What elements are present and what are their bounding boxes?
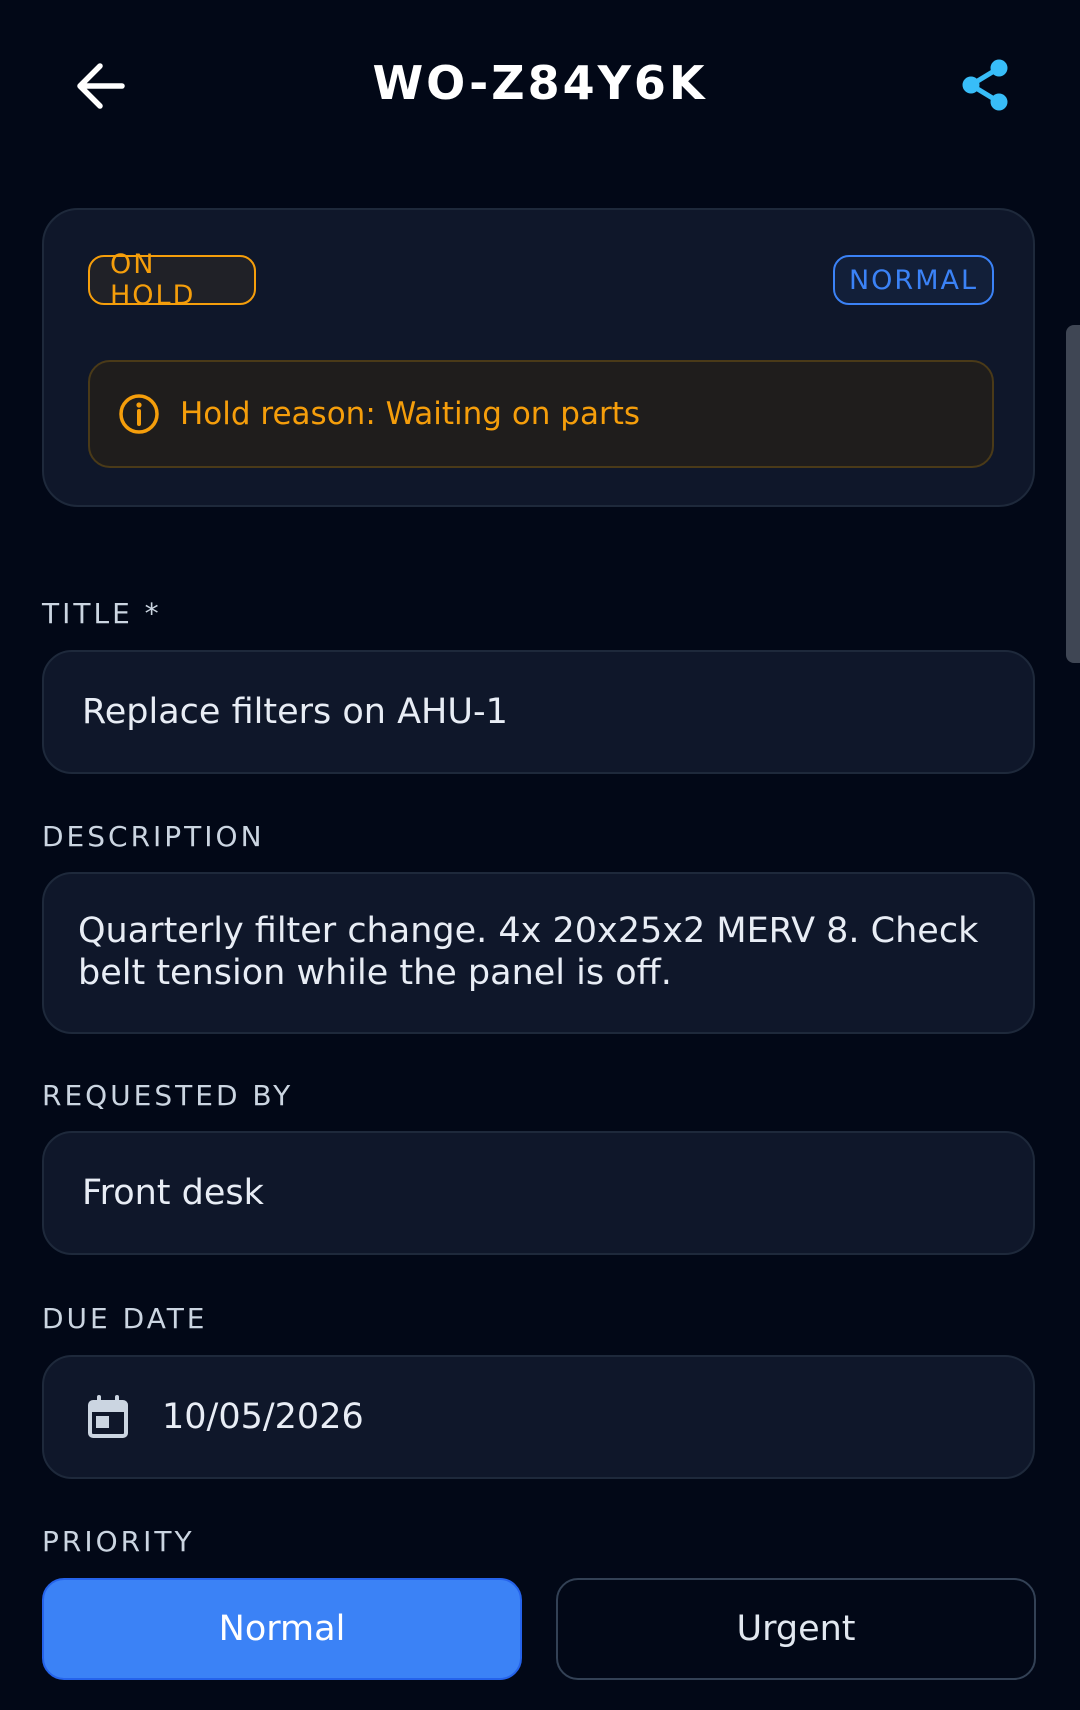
- share-icon: [958, 57, 1012, 117]
- status-card: ON HOLD NORMAL Hold reason: Waiting on p…: [42, 208, 1035, 507]
- requested-by-input-value: Front desk: [82, 1173, 264, 1213]
- requested-by-label: REQUESTED BY: [42, 1079, 294, 1112]
- priority-badge: NORMAL: [833, 255, 994, 305]
- page-title: WO-Z84Y6K: [372, 56, 708, 110]
- top-app-bar: WO-Z84Y6K: [0, 0, 1080, 175]
- description-textarea[interactable]: Quarterly filter change. 4x 20x25x2 MERV…: [42, 872, 1035, 1034]
- priority-label: PRIORITY: [42, 1525, 195, 1558]
- title-input-value: Replace filters on AHU-1: [82, 692, 508, 732]
- due-date-picker[interactable]: 10/05/2026: [42, 1355, 1035, 1479]
- due-date-value: 10/05/2026: [162, 1397, 364, 1437]
- due-date-label: DUE DATE: [42, 1302, 208, 1335]
- title-input[interactable]: Replace filters on AHU-1: [42, 650, 1035, 774]
- title-label: TITLE *: [42, 597, 162, 630]
- scrollbar[interactable]: [1066, 325, 1080, 663]
- hold-reason-text: Hold reason: Waiting on parts: [180, 396, 641, 432]
- status-badge: ON HOLD: [88, 249, 256, 311]
- info-icon: [118, 393, 160, 435]
- description-textarea-value: Quarterly filter change. 4x 20x25x2 MERV…: [78, 911, 979, 993]
- description-label: DESCRIPTION: [42, 820, 265, 853]
- share-button[interactable]: [950, 52, 1020, 122]
- priority-urgent-label: Urgent: [736, 1609, 856, 1649]
- requested-by-input[interactable]: Front desk: [42, 1131, 1035, 1255]
- priority-normal-label: Normal: [218, 1609, 346, 1649]
- priority-urgent-button[interactable]: Urgent: [556, 1578, 1036, 1680]
- priority-normal-button[interactable]: Normal: [42, 1578, 522, 1680]
- hold-reason-banner: Hold reason: Waiting on parts: [88, 360, 994, 468]
- calendar-icon: [86, 1395, 130, 1439]
